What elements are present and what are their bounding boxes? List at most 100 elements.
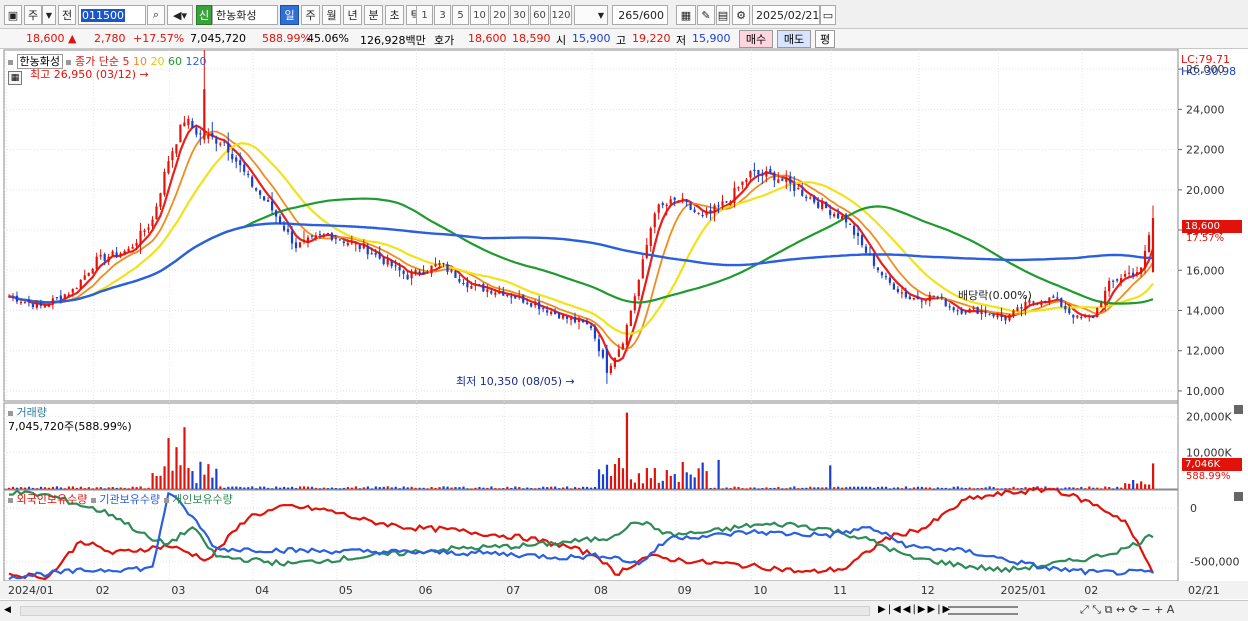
period-button-3[interactable]: 년 [343, 5, 362, 25]
holder-panel-close-icon[interactable] [1234, 492, 1243, 501]
count-field[interactable]: 265/600 [612, 5, 668, 25]
candle-body [1143, 250, 1147, 269]
zoom-tools-icon[interactable]: ⤢ ⤡ ⧉ ↔ ⟳ − + A [1080, 603, 1240, 619]
zoom-slider[interactable] [948, 606, 1018, 615]
volume-bar [613, 464, 617, 489]
date-tick-label: 08 [594, 584, 608, 597]
volume-bar [291, 486, 294, 489]
stock-name-field[interactable]: 한농화성 [212, 5, 278, 25]
period-button-4[interactable]: 분 [364, 5, 383, 25]
interval-button-1[interactable]: 1 [416, 5, 433, 25]
sound-icon[interactable]: ◀▾ [167, 5, 193, 25]
candle-body [789, 176, 792, 184]
date-field[interactable]: 2025/02/21 [752, 5, 820, 25]
sell-button[interactable]: 매도 [777, 30, 811, 48]
volume-bar [27, 486, 31, 489]
volume-bar [171, 470, 174, 489]
volume-bar [366, 486, 369, 489]
settings-icon[interactable]: ⚙ [732, 5, 750, 25]
period-button-1[interactable]: 주 [301, 5, 320, 25]
candle-body [900, 292, 903, 294]
stock-chart[interactable]: 26,00024,00022,00020,00018,00016,00014,0… [0, 49, 1248, 621]
candle-body [1040, 302, 1043, 306]
price-tick-label: 14,000 [1186, 304, 1225, 317]
volume-bar [597, 469, 601, 489]
interval-button-10[interactable]: 10 [470, 5, 489, 25]
period-button-0[interactable]: 일 [280, 5, 299, 25]
volume-bar [55, 486, 59, 489]
chart-area[interactable]: 26,00024,00022,00020,00018,00016,00014,0… [0, 49, 1248, 621]
stock-code-input[interactable]: 011500 [78, 5, 146, 25]
grid-icon[interactable]: ▦ [676, 5, 696, 25]
volume-bar [777, 486, 780, 489]
volume-bar [809, 486, 812, 489]
price-tick-label: 10,000 [1186, 385, 1225, 398]
volume-bar [91, 488, 94, 490]
calendar-icon[interactable]: ▭ [820, 5, 836, 25]
eval-button[interactable]: 평 [815, 30, 835, 48]
legend-institution[interactable]: 기관보유수량 [99, 493, 160, 506]
candle-body [270, 201, 274, 211]
previous-button[interactable]: 전 [58, 5, 76, 25]
period-type-dropdown-icon[interactable]: ▼ [42, 5, 56, 25]
interval-button-60[interactable]: 60 [530, 5, 549, 25]
candle-body [669, 199, 672, 204]
window-menu-icon[interactable]: ▣ [4, 5, 22, 25]
save-icon[interactable]: ▤ [716, 5, 730, 25]
buy-button[interactable]: 매수 [739, 30, 773, 48]
candle-body [374, 253, 377, 255]
volume-bar [466, 488, 469, 490]
volume-bar [721, 488, 724, 490]
candle-body [761, 174, 764, 176]
volume-bar [574, 487, 577, 489]
market-badge: 신 [196, 5, 212, 25]
candle-body [888, 277, 892, 283]
holder-legend: 외국인보유수량 기관보유수량 개인보유수량 [8, 491, 233, 507]
volume-bar [358, 488, 361, 490]
volume-bar [797, 488, 800, 490]
candle-body [741, 181, 744, 186]
interval-button-120[interactable]: 120 [550, 5, 572, 25]
tools-icon[interactable]: ✎ [697, 5, 715, 25]
interval-button-3[interactable]: 3 [434, 5, 451, 25]
candle-body [701, 215, 704, 217]
candle-body [247, 173, 250, 176]
candle-body [155, 206, 158, 220]
volume-bar [135, 487, 138, 489]
date-tick-label: 03 [171, 584, 185, 597]
interval-button-20[interactable]: 20 [490, 5, 509, 25]
range-dropdown[interactable]: ▼ [574, 5, 608, 25]
period-type-button[interactable]: 주 [24, 5, 42, 25]
candle-body [398, 266, 401, 271]
scroll-left-icon[interactable]: ◀ [4, 605, 14, 617]
bottom-scrollbar[interactable]: ◀ ▶|◀◀|▶▶|▶ ⤢ ⤡ ⧉ ↔ ⟳ − + A [0, 600, 1248, 621]
open-label: 시 [556, 34, 567, 47]
volume-bar [354, 486, 357, 489]
volume-bar [1016, 488, 1019, 490]
candle-body [565, 316, 569, 319]
table-toggle-icon[interactable]: ▦ [8, 71, 22, 85]
volume-bar [880, 486, 884, 489]
candle-body [326, 232, 329, 234]
volume-bar [79, 486, 82, 489]
count-value: 265 [618, 8, 640, 22]
legend-individual[interactable]: 개인보유수량 [172, 493, 233, 506]
volume-bar [115, 487, 118, 489]
scroll-controls-icon[interactable]: ▶|◀◀|▶▶|▶ [878, 604, 958, 618]
candle-body [904, 291, 907, 298]
period-button-2[interactable]: 월 [322, 5, 341, 25]
search-icon[interactable]: ⌕ [147, 5, 165, 25]
candle-body [179, 124, 182, 143]
period-button-5[interactable]: 초 [385, 5, 404, 25]
scroll-track[interactable] [20, 606, 870, 616]
legend-foreign[interactable]: 외국인보유수량 [17, 493, 88, 506]
volume-bar [841, 487, 844, 489]
volume-bar [87, 487, 90, 489]
volume-panel-close-icon[interactable] [1234, 405, 1243, 414]
volume-bar [956, 486, 959, 489]
open-price: 15,900 [572, 32, 611, 45]
volume-bar [155, 476, 158, 489]
interval-button-5[interactable]: 5 [452, 5, 469, 25]
interval-button-30[interactable]: 30 [510, 5, 529, 25]
last-pct-tag: 17.57% [1186, 233, 1225, 244]
